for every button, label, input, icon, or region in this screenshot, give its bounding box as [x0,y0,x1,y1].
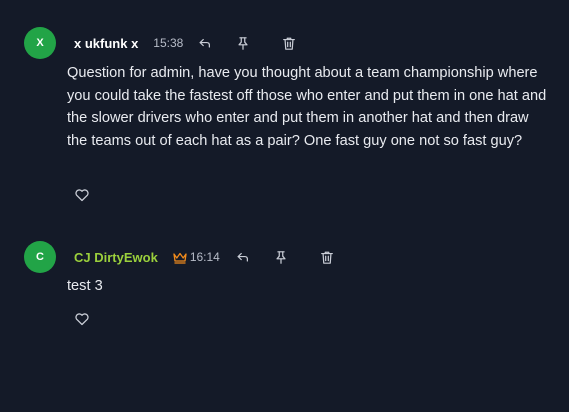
comment-feed: X x ukfunk x 15:38 Question for admin, h… [0,0,569,412]
reply-button[interactable] [197,35,213,51]
comment-header: CJ DirtyEwok 16:14 [74,247,335,267]
heart-icon [75,313,89,326]
comment-body: Question for admin, have you thought abo… [67,65,547,149]
reply-icon [237,252,248,262]
like-button[interactable] [74,187,90,203]
avatar[interactable]: X [24,27,56,59]
crown-icon [172,250,188,264]
like-button[interactable] [74,311,90,327]
pin-button[interactable] [235,35,251,51]
trash-icon [320,251,333,264]
heart-icon [75,189,89,202]
avatar-letter: C [36,251,44,263]
avatar-letter: X [36,37,44,49]
comment-header: x ukfunk x 15:38 [74,33,297,53]
comment-body: test 3 [67,278,103,294]
author-name[interactable]: CJ DirtyEwok [74,250,158,265]
pin-button[interactable] [273,249,289,265]
reply-button[interactable] [235,249,251,265]
trash-icon [283,37,296,50]
delete-button[interactable] [281,35,297,51]
timestamp: 16:14 [189,250,220,264]
reply-icon [199,38,211,48]
pin-icon [238,36,248,50]
pin-icon [276,250,286,264]
delete-button[interactable] [319,249,335,265]
author-name[interactable]: x ukfunk x [74,36,138,51]
timestamp: 15:38 [153,36,184,50]
avatar[interactable]: C [24,241,56,273]
